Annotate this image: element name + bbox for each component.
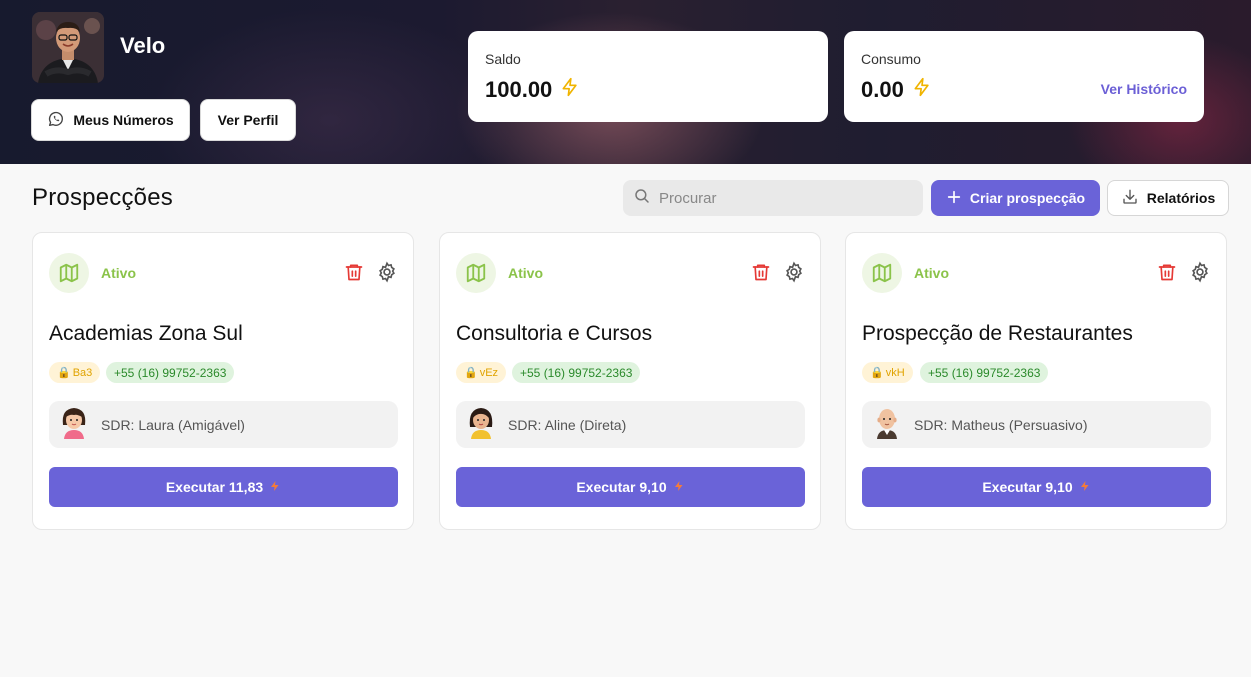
bolt-icon (1079, 479, 1091, 496)
search-icon (633, 187, 651, 210)
execute-button[interactable]: Executar 9,10 (862, 467, 1211, 507)
page-title: Prospecções (32, 184, 173, 211)
execute-button[interactable]: Executar 11,83 (49, 467, 398, 507)
create-prospection-label: Criar prospecção (969, 190, 1086, 206)
bolt-icon (912, 76, 932, 104)
map-icon (49, 253, 89, 293)
bolt-icon (269, 479, 281, 496)
sdr-avatar (59, 405, 89, 444)
consumption-card: Consumo 0.00 Ver Histórico (844, 31, 1204, 122)
reports-button[interactable]: Relatórios (1107, 180, 1229, 216)
profile-name: Velo (120, 33, 166, 58)
sdr-avatar (466, 405, 496, 444)
create-prospection-button[interactable]: Criar prospecção (931, 180, 1100, 216)
prospection-card: Ativo Prospecção de Restaurantes 🔒 vkH +… (845, 232, 1227, 530)
delete-icon[interactable] (751, 261, 771, 288)
download-icon (1121, 188, 1139, 209)
instance-code: vkH (885, 366, 905, 379)
bolt-icon (560, 76, 580, 104)
sdr-row: SDR: Aline (Direta) (456, 401, 805, 448)
consumption-value: 0.00 (861, 77, 904, 102)
my-numbers-button[interactable]: Meus Números (31, 99, 190, 141)
instance-code: Ba3 (72, 366, 93, 379)
profile-header: Velo Meus Números Ver Perfil Saldo 100.0… (0, 0, 1251, 164)
execute-label: Executar 9,10 (982, 479, 1073, 495)
search-box[interactable] (623, 180, 923, 216)
avatar (32, 12, 104, 83)
lock-icon: 🔒 (464, 367, 478, 379)
instance-code-badge: 🔒 vkH (862, 362, 913, 383)
settings-gear-icon[interactable] (376, 261, 398, 288)
whatsapp-icon (47, 110, 65, 131)
sdr-label: SDR: Matheus (Persuasivo) (914, 416, 1088, 433)
phone-badge: +55 (16) 99752-2363 (920, 362, 1049, 383)
balance-value: 100.00 (485, 77, 553, 102)
sdr-row: SDR: Laura (Amigável) (49, 401, 398, 448)
sdr-label: SDR: Laura (Amigável) (101, 416, 245, 433)
delete-icon[interactable] (344, 261, 364, 288)
settings-gear-icon[interactable] (783, 261, 805, 288)
settings-gear-icon[interactable] (1189, 261, 1211, 288)
consumption-label: Consumo (861, 51, 921, 67)
plus-icon (946, 189, 962, 208)
execute-button[interactable]: Executar 9,10 (456, 467, 805, 507)
map-icon (456, 253, 496, 293)
execute-label: Executar 9,10 (576, 479, 667, 495)
phone-badge: +55 (16) 99752-2363 (512, 362, 641, 383)
delete-icon[interactable] (1157, 261, 1177, 288)
view-profile-label: Ver Perfil (217, 112, 279, 128)
balance-card: Saldo 100.00 (468, 31, 828, 122)
execute-label: Executar 11,83 (165, 479, 264, 495)
prospection-card: Ativo Academias Zona Sul 🔒 Ba3 +55 (16) … (32, 232, 414, 530)
search-input[interactable] (659, 189, 899, 207)
phone-badge: +55 (16) 99752-2363 (106, 362, 235, 383)
reports-label: Relatórios (1146, 190, 1216, 206)
sdr-avatar (872, 405, 902, 444)
instance-code-badge: 🔒 vEz (456, 362, 507, 383)
view-history-link[interactable]: Ver Histórico (1101, 81, 1187, 97)
lock-icon: 🔒 (57, 367, 71, 379)
card-title: Prospecção de Restaurantes (862, 322, 1133, 345)
card-title: Consultoria e Cursos (456, 322, 653, 345)
view-profile-button[interactable]: Ver Perfil (200, 99, 296, 141)
balance-value-row: 100.00 (485, 76, 580, 104)
sdr-label: SDR: Aline (Direta) (508, 416, 627, 433)
map-icon (862, 253, 902, 293)
status-badge: Ativo (914, 265, 949, 281)
my-numbers-label: Meus Números (73, 112, 174, 128)
bolt-icon (673, 479, 685, 496)
card-title: Academias Zona Sul (49, 322, 243, 345)
balance-label: Saldo (485, 51, 521, 67)
instance-code-badge: 🔒 Ba3 (49, 362, 101, 383)
sdr-row: SDR: Matheus (Persuasivo) (862, 401, 1211, 448)
prospection-card: Ativo Consultoria e Cursos 🔒 vEz +55 (16… (439, 232, 821, 530)
instance-code: vEz (479, 366, 499, 379)
status-badge: Ativo (101, 265, 136, 281)
status-badge: Ativo (508, 265, 543, 281)
lock-icon: 🔒 (870, 367, 884, 379)
consumption-value-row: 0.00 (861, 76, 932, 104)
